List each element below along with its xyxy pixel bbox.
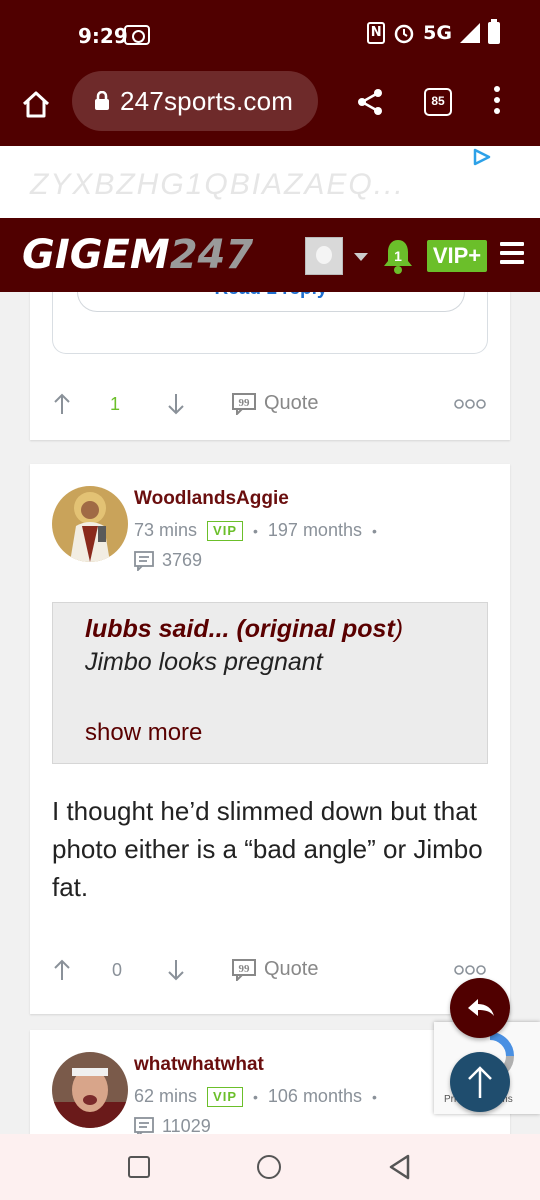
- post-count: 11029: [134, 1116, 211, 1134]
- url-text: 247sports.com: [120, 85, 294, 116]
- upvote-icon[interactable]: [52, 958, 72, 982]
- address-bar[interactable]: 247sports.com: [72, 71, 318, 131]
- battery-icon: [488, 19, 500, 44]
- username[interactable]: WoodlandsAggie: [134, 488, 289, 510]
- more-options-icon[interactable]: [454, 964, 486, 976]
- post-count: 3769: [134, 550, 202, 571]
- adchoices-icon[interactable]: [472, 148, 492, 166]
- system-nav-bar: [0, 1134, 540, 1200]
- separator-dot: •: [253, 1088, 258, 1105]
- comment-actions: 0 99 Quote: [30, 950, 510, 990]
- username[interactable]: whatwhatwhat: [134, 1054, 264, 1076]
- vote-count: 1: [110, 394, 121, 414]
- scroll-to-top-button[interactable]: [450, 1052, 510, 1112]
- reply-button[interactable]: [450, 978, 510, 1038]
- quote-label: Quote: [264, 958, 319, 980]
- recents-icon[interactable]: [128, 1156, 150, 1178]
- vip-badge: VIP: [207, 1086, 243, 1107]
- comment-card: WoodlandsAggie 73 mins VIP • 197 months …: [30, 464, 510, 1014]
- alarm-icon: [394, 24, 414, 44]
- quote-text: Jimbo looks pregnant: [85, 648, 323, 676]
- screen-record-icon: [124, 25, 150, 45]
- signal-icon: [460, 23, 480, 43]
- browser-toolbar: 247sports.com 85: [0, 68, 540, 146]
- comment-card: Read 1 reply 1 99 Quote: [30, 292, 510, 440]
- back-icon[interactable]: [388, 1154, 410, 1180]
- post-count-value: 11029: [162, 1116, 211, 1134]
- share-icon[interactable]: [356, 88, 384, 116]
- comment-actions: 1 99 Quote: [30, 384, 510, 424]
- logo-number: 247: [169, 232, 254, 278]
- network-label: 5G: [423, 22, 452, 44]
- separator-dot: •: [253, 522, 258, 539]
- logo-main: GIGEM: [22, 232, 170, 278]
- hamburger-menu-icon[interactable]: [500, 242, 524, 266]
- show-more-link[interactable]: show more: [85, 719, 202, 747]
- user-avatar[interactable]: [305, 237, 343, 275]
- overflow-menu-icon[interactable]: [492, 86, 502, 118]
- quote-label: Quote: [264, 392, 319, 414]
- post-time: 62 mins: [134, 1086, 198, 1106]
- membership-length: 106 months: [267, 1086, 362, 1106]
- post-body: I thought he’d slimmed down but that pho…: [52, 796, 483, 902]
- quote-button[interactable]: 99 Quote: [232, 958, 318, 981]
- user-avatar[interactable]: [52, 1052, 128, 1128]
- membership-length: 197 months: [267, 520, 362, 540]
- quote-icon: 99: [232, 958, 256, 981]
- post-meta: 62 mins VIP • 106 months •: [134, 1086, 377, 1107]
- more-options-icon[interactable]: [454, 398, 486, 410]
- original-post-link[interactable]: (original post: [236, 615, 394, 643]
- quote-icon: 99: [232, 392, 256, 415]
- status-time: 9:29: [78, 24, 128, 48]
- quote-author[interactable]: lubbs said...: [85, 615, 229, 643]
- notification-count: 1: [394, 248, 402, 264]
- svg-text:99: 99: [239, 397, 251, 409]
- quoted-post: lubbs said... (original post) Jimbo look…: [52, 602, 488, 764]
- svg-text:99: 99: [239, 963, 251, 975]
- quote-close-paren: ): [394, 615, 404, 643]
- status-bar: 9:29 N 5G: [0, 0, 540, 68]
- downvote-icon[interactable]: [166, 392, 186, 416]
- replies-container: Read 1 reply: [52, 292, 488, 354]
- upvote-icon[interactable]: [52, 392, 72, 416]
- bell-icon[interactable]: 1: [381, 236, 415, 276]
- quote-header: lubbs said... (original post): [85, 615, 455, 644]
- site-header: GIGEM247 1 VIP+: [0, 218, 540, 292]
- post-count-value: 3769: [162, 550, 203, 570]
- chevron-down-icon[interactable]: [354, 253, 368, 261]
- read-reply-button[interactable]: Read 1 reply: [77, 292, 465, 312]
- user-avatar[interactable]: [52, 486, 128, 562]
- posts-icon: [134, 550, 154, 571]
- separator-dot: •: [371, 522, 377, 539]
- post-time: 73 mins: [134, 520, 198, 540]
- ad-banner[interactable]: ZYXBZHG1QBIAZAEQ...: [0, 146, 540, 218]
- lock-icon: [95, 91, 109, 110]
- arrow-up-icon: [468, 1066, 492, 1098]
- nfc-icon: N: [367, 22, 386, 44]
- vip-button[interactable]: VIP+: [427, 240, 487, 272]
- downvote-icon[interactable]: [166, 958, 186, 982]
- reply-icon: [468, 999, 494, 1016]
- tab-switcher-button[interactable]: 85: [424, 88, 452, 116]
- vip-badge: VIP: [207, 520, 243, 541]
- ad-faded-text: ZYXBZHG1QBIAZAEQ...: [30, 168, 405, 201]
- home-icon[interactable]: [20, 88, 52, 120]
- separator-dot: •: [371, 1088, 377, 1105]
- status-icons: N 5G: [367, 19, 500, 44]
- site-logo[interactable]: GIGEM247: [22, 232, 253, 278]
- home-nav-icon[interactable]: [257, 1155, 281, 1179]
- vote-count: 0: [112, 960, 123, 980]
- post-meta: 73 mins VIP • 197 months •: [134, 520, 377, 541]
- posts-icon: [134, 1116, 154, 1134]
- quote-button[interactable]: 99 Quote: [232, 392, 318, 415]
